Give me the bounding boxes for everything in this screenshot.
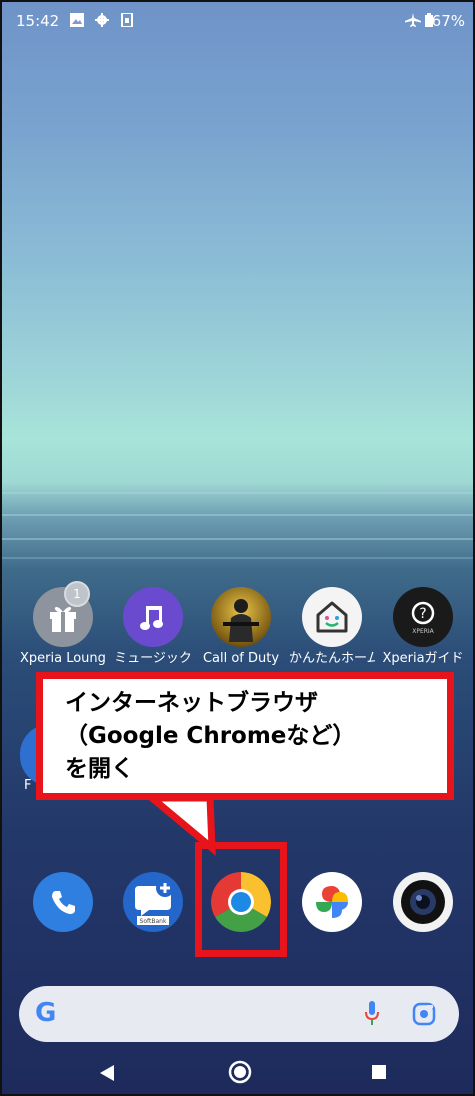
- app-xperia-lounge[interactable]: 1 Xperia Lounge: [20, 581, 106, 667]
- wallpaper-line: [2, 492, 473, 494]
- home-screen: 15:42 67% 1 Xperia Lounge ミュージック Call of…: [0, 0, 475, 1096]
- navigation-bar: [2, 1048, 473, 1094]
- app-label: Xperia Lounge: [20, 651, 106, 666]
- recents-icon[interactable]: [372, 1065, 386, 1079]
- soldier-icon: [211, 587, 271, 647]
- home-icon[interactable]: [228, 1060, 252, 1084]
- callout-line-2: （Google Chromeなど）: [65, 723, 356, 749]
- dock-phone[interactable]: [20, 872, 106, 932]
- camera-icon: [393, 872, 453, 932]
- home-smile-icon: [302, 587, 362, 647]
- notification-badge: 1: [64, 581, 90, 607]
- music-note-icon: [123, 587, 183, 647]
- gear-icon: [95, 13, 109, 27]
- app-label: Call of Duty: [202, 651, 280, 666]
- dock-camera[interactable]: [380, 872, 466, 932]
- app-kantan-home[interactable]: かんたんホーム: [289, 587, 375, 667]
- chrome-highlight-box: [195, 842, 287, 957]
- dock-messages[interactable]: SoftBank: [110, 872, 196, 932]
- partial-app-label: F: [24, 778, 32, 793]
- callout-line-3: を開く: [65, 756, 134, 782]
- message-icon: SoftBank: [123, 872, 183, 932]
- wallpaper-line: [2, 557, 473, 559]
- google-search-bar[interactable]: G: [19, 986, 459, 1042]
- help-bubble-icon: ? XPERIA: [393, 587, 453, 647]
- back-icon[interactable]: [100, 1065, 114, 1081]
- wallpaper-line: [2, 538, 473, 540]
- app-label: ミュージック: [114, 651, 192, 666]
- google-logo: G: [35, 998, 57, 1028]
- photos-icon: [302, 872, 362, 932]
- svg-text:SoftBank: SoftBank: [140, 918, 167, 925]
- clock: 15:42: [16, 12, 60, 30]
- app-call-of-duty[interactable]: Call of Duty: [198, 587, 284, 667]
- sim-icon: [121, 13, 133, 27]
- battery-percent: 67%: [431, 12, 465, 30]
- wallpaper-line: [2, 514, 473, 516]
- app-music[interactable]: ミュージック: [110, 587, 196, 667]
- airplane-icon: [405, 13, 421, 27]
- image-icon: [70, 13, 84, 27]
- phone-icon: [33, 872, 93, 932]
- lens-icon[interactable]: [412, 1002, 436, 1026]
- mic-icon[interactable]: [364, 1001, 380, 1027]
- app-label: Xperiaガイド: [382, 651, 464, 666]
- callout-line-1: インターネットブラウザ: [65, 690, 318, 716]
- app-xperia-guide[interactable]: ? XPERIA Xperiaガイド: [380, 587, 466, 667]
- app-label: かんたんホーム: [289, 651, 375, 666]
- status-bar: 15:42 67%: [2, 2, 473, 40]
- dock-photos[interactable]: [289, 872, 375, 932]
- svg-text:?: ?: [419, 606, 426, 622]
- instruction-callout: インターネットブラウザ （Google Chromeなど） を開く: [36, 672, 454, 800]
- svg-text:XPERIA: XPERIA: [412, 628, 434, 635]
